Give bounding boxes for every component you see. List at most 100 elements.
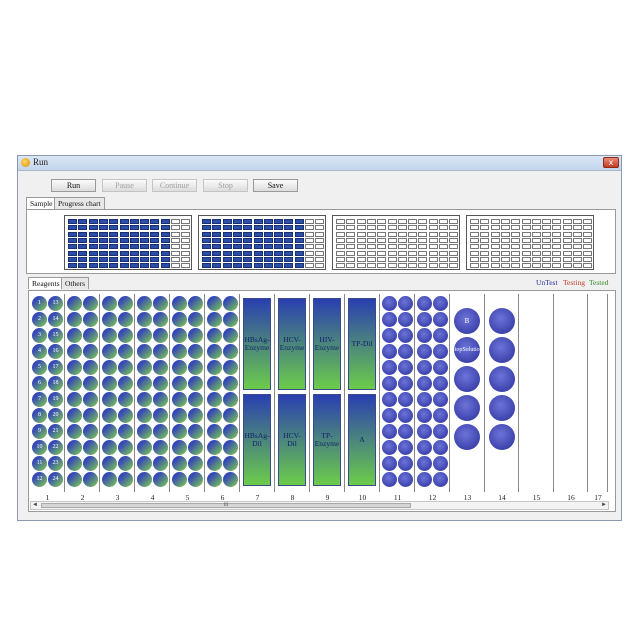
sample-well[interactable] bbox=[490, 225, 500, 231]
scroll-left-icon[interactable]: ◄ bbox=[32, 502, 38, 508]
reagent-stop-solution[interactable]: StopSolution bbox=[451, 337, 483, 363]
sample-well[interactable] bbox=[274, 219, 284, 224]
sample-well[interactable] bbox=[418, 244, 428, 250]
sample-well[interactable] bbox=[521, 237, 531, 243]
sample-well[interactable] bbox=[232, 263, 242, 269]
reagent-well[interactable] bbox=[153, 360, 168, 375]
sample-well[interactable] bbox=[500, 263, 510, 269]
sample-well[interactable] bbox=[377, 237, 387, 243]
sample-well[interactable] bbox=[387, 219, 397, 224]
reagent-well[interactable] bbox=[223, 392, 238, 407]
sample-well[interactable] bbox=[78, 256, 88, 262]
sample-well[interactable] bbox=[98, 237, 108, 243]
reagent-well[interactable] bbox=[102, 312, 117, 327]
sample-well[interactable] bbox=[119, 237, 129, 243]
sample-well[interactable] bbox=[397, 225, 407, 231]
sample-well[interactable] bbox=[150, 250, 160, 256]
sample-well[interactable] bbox=[294, 263, 304, 269]
sample-well[interactable] bbox=[531, 244, 541, 250]
reagent-bottle[interactable]: HIV-Enzyme bbox=[313, 298, 341, 390]
sample-well[interactable] bbox=[428, 231, 438, 237]
sample-well[interactable] bbox=[387, 244, 397, 250]
sample-well[interactable] bbox=[356, 225, 366, 231]
sample-well[interactable] bbox=[408, 219, 418, 224]
sample-well[interactable] bbox=[511, 225, 521, 231]
sample-well[interactable] bbox=[232, 225, 242, 231]
sample-well[interactable] bbox=[222, 231, 232, 237]
sample-well[interactable] bbox=[583, 219, 593, 224]
sample-well[interactable] bbox=[109, 263, 119, 269]
sample-well[interactable] bbox=[531, 231, 541, 237]
reagent-well[interactable] bbox=[188, 392, 203, 407]
sample-well[interactable] bbox=[160, 263, 170, 269]
sample-well[interactable] bbox=[263, 244, 273, 250]
sample-well[interactable] bbox=[521, 231, 531, 237]
sample-well[interactable] bbox=[336, 263, 345, 269]
sample-well[interactable] bbox=[573, 250, 582, 256]
sample-well[interactable] bbox=[428, 219, 438, 224]
sample-well[interactable] bbox=[181, 244, 191, 250]
sample-well[interactable] bbox=[418, 256, 428, 262]
sample-well[interactable] bbox=[263, 231, 273, 237]
sample-well[interactable] bbox=[202, 219, 211, 224]
sample-well[interactable] bbox=[583, 256, 593, 262]
reagent-well[interactable] bbox=[172, 312, 187, 327]
sample-well[interactable] bbox=[109, 219, 119, 224]
reagent-well[interactable] bbox=[207, 424, 222, 439]
reagent-well-large[interactable] bbox=[489, 366, 515, 392]
sample-well[interactable] bbox=[181, 263, 191, 269]
reagent-well[interactable] bbox=[137, 376, 152, 391]
sample-well[interactable] bbox=[68, 250, 77, 256]
sample-well[interactable] bbox=[150, 256, 160, 262]
sample-well[interactable] bbox=[160, 237, 170, 243]
reagent-well[interactable] bbox=[83, 408, 98, 423]
sample-well[interactable] bbox=[490, 244, 500, 250]
sample-well[interactable] bbox=[160, 231, 170, 237]
sample-well[interactable] bbox=[511, 237, 521, 243]
sample-well[interactable] bbox=[253, 225, 263, 231]
sample-well[interactable] bbox=[88, 250, 98, 256]
reagent-b[interactable]: B bbox=[454, 308, 480, 334]
sample-well[interactable] bbox=[387, 237, 397, 243]
sample-well[interactable] bbox=[315, 219, 325, 224]
sample-well[interactable] bbox=[428, 256, 438, 262]
sample-well[interactable] bbox=[500, 225, 510, 231]
reagent-well[interactable] bbox=[118, 456, 133, 471]
sample-well[interactable] bbox=[78, 225, 88, 231]
sample-well[interactable] bbox=[315, 237, 325, 243]
reagent-well[interactable] bbox=[102, 408, 117, 423]
reagent-well[interactable] bbox=[67, 312, 82, 327]
sample-well[interactable] bbox=[263, 263, 273, 269]
sample-well[interactable] bbox=[480, 231, 490, 237]
reagent-well[interactable] bbox=[83, 376, 98, 391]
reagent-well[interactable] bbox=[188, 360, 203, 375]
reagent-well[interactable] bbox=[172, 456, 187, 471]
sample-well[interactable] bbox=[202, 256, 211, 262]
reagent-well[interactable] bbox=[382, 424, 397, 439]
sample-well[interactable] bbox=[480, 225, 490, 231]
reagent-well[interactable] bbox=[118, 344, 133, 359]
reagent-well[interactable] bbox=[433, 328, 448, 343]
sample-well[interactable] bbox=[129, 256, 139, 262]
sample-well[interactable] bbox=[253, 250, 263, 256]
sample-well[interactable] bbox=[542, 250, 552, 256]
sample-well[interactable] bbox=[98, 225, 108, 231]
sample-well[interactable] bbox=[552, 237, 562, 243]
sample-well[interactable] bbox=[346, 256, 356, 262]
sample-well[interactable] bbox=[552, 219, 562, 224]
sample-well[interactable] bbox=[212, 250, 222, 256]
sample-well[interactable] bbox=[356, 263, 366, 269]
sample-well[interactable] bbox=[387, 263, 397, 269]
reagent-well[interactable] bbox=[207, 296, 222, 311]
reagent-well[interactable] bbox=[433, 360, 448, 375]
sample-well[interactable] bbox=[542, 263, 552, 269]
sample-well[interactable] bbox=[531, 219, 541, 224]
sample-well[interactable] bbox=[562, 244, 572, 250]
sample-well[interactable] bbox=[109, 237, 119, 243]
sample-well[interactable] bbox=[274, 263, 284, 269]
sample-well[interactable] bbox=[181, 225, 191, 231]
sample-well[interactable] bbox=[490, 263, 500, 269]
sample-well[interactable] bbox=[88, 244, 98, 250]
reagent-well[interactable] bbox=[398, 344, 413, 359]
sample-well[interactable] bbox=[490, 250, 500, 256]
